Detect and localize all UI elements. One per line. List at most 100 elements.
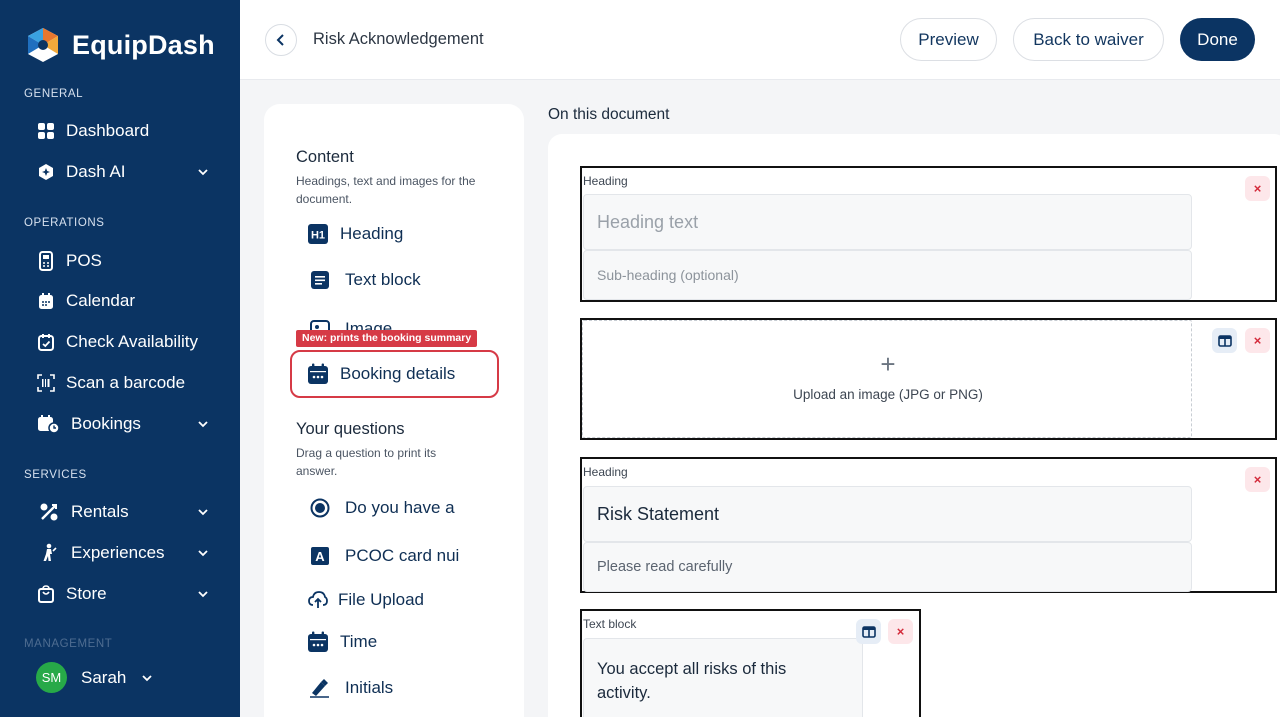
back-to-waiver-button[interactable]: Back to waiver [1013, 18, 1164, 61]
question-time[interactable]: Time [307, 631, 377, 653]
sidebar-item-bookings[interactable]: Bookings [36, 409, 216, 439]
element-heading[interactable]: H1 Heading [307, 223, 403, 245]
section-management: MANAGEMENT [24, 638, 113, 650]
chevron-down-icon [196, 504, 210, 524]
sidebar-item-check-availability[interactable]: Check Availability [36, 327, 216, 357]
document-section-title: On this document [548, 106, 670, 123]
heading-text-input[interactable]: Risk Statement [583, 486, 1192, 542]
chevron-down-icon [196, 545, 210, 565]
columns-button[interactable] [856, 619, 881, 644]
text-answer-icon: A [309, 545, 331, 567]
subheading-input[interactable]: Please read carefully [583, 542, 1192, 592]
question-label: File Upload [338, 590, 424, 609]
sidebar-item-label: Scan a barcode [66, 373, 186, 392]
sidebar-item-dash-ai[interactable]: Dash AI [36, 157, 216, 187]
section-general: GENERAL [24, 88, 84, 100]
close-icon: × [1253, 472, 1262, 487]
delete-block-button[interactable]: × [1245, 328, 1270, 353]
sidebar-item-label: Check Availability [66, 332, 198, 351]
sidebar-item-label: Dashboard [66, 121, 150, 140]
question-radio-item[interactable]: Do you have a [309, 497, 459, 519]
question-label: Initials [345, 678, 394, 697]
sidebar-item-calendar[interactable]: Calendar [36, 286, 216, 316]
pos-icon [36, 251, 56, 271]
columns-icon [1217, 334, 1232, 347]
subheading-input[interactable]: Sub-heading (optional) [583, 250, 1192, 300]
heading-block[interactable]: Heading Heading text Sub-heading (option… [580, 166, 1277, 302]
block-type-label: Heading [583, 174, 628, 188]
sidebar-item-pos[interactable]: POS [36, 246, 216, 276]
brand-name: EquipDash [72, 29, 215, 60]
close-icon: × [1253, 333, 1262, 348]
text-block-input[interactable]: You accept all risks of this activity. [583, 638, 863, 717]
barcode-icon [36, 373, 56, 393]
sidebar-item-label: Calendar [66, 291, 135, 310]
element-image[interactable]: Image [309, 317, 392, 331]
svg-text:A: A [315, 549, 325, 564]
sidebar-item-label: Experiences [71, 543, 165, 562]
done-button[interactable]: Done [1180, 18, 1255, 61]
text-block-icon [309, 269, 331, 291]
delete-block-button[interactable]: × [1245, 467, 1270, 492]
question-file-upload[interactable]: File Upload [307, 589, 424, 611]
equipdash-logo-icon [24, 26, 62, 64]
brand[interactable]: EquipDash [24, 26, 215, 64]
calendar-icon [36, 291, 56, 311]
sidebar-item-store[interactable]: Store [36, 579, 216, 609]
section-operations: OPERATIONS [24, 217, 105, 229]
block-type-label: Heading [583, 465, 628, 479]
element-booking-details[interactable]: Booking details [307, 363, 455, 385]
upload-label: Upload an image (JPG or PNG) [793, 387, 983, 402]
avatar: SM [36, 662, 67, 693]
heading-block[interactable]: Heading Risk Statement Please read caref… [580, 457, 1277, 593]
question-label: Do you have a [345, 498, 455, 517]
image-block[interactable]: + Upload an image (JPG or PNG) × [580, 318, 1277, 440]
section-services: SERVICES [24, 469, 87, 481]
close-icon: × [1253, 181, 1262, 196]
plus-icon: + [880, 349, 896, 379]
dash-ai-icon [36, 162, 56, 182]
element-label: Heading [340, 224, 404, 243]
dashboard-icon [36, 121, 56, 141]
bookings-icon [36, 414, 61, 434]
rentals-icon [36, 502, 61, 522]
radio-icon [309, 497, 331, 519]
sidebar-item-dashboard[interactable]: Dashboard [36, 116, 216, 146]
heading-text-input[interactable]: Heading text [583, 194, 1192, 250]
question-label: Time [340, 632, 378, 651]
sidebar-item-rentals[interactable]: Rentals [36, 497, 216, 527]
element-text-block[interactable]: Text block [309, 269, 421, 291]
store-icon [36, 584, 56, 604]
block-type-label: Text block [583, 617, 637, 631]
close-icon: × [896, 624, 905, 639]
calendar-icon [307, 631, 329, 653]
sidebar: EquipDash GENERAL Dashboard Dash AI OPER… [0, 0, 240, 717]
element-label: Text block [345, 270, 421, 289]
sidebar-item-scan-barcode[interactable]: Scan a barcode [36, 368, 216, 398]
chevron-left-icon [274, 33, 288, 47]
sidebar-item-experiences[interactable]: Experiences [36, 538, 216, 568]
back-button[interactable] [265, 24, 297, 56]
sidebar-item-label: Rentals [71, 502, 129, 521]
content-section-title: Content [296, 148, 354, 166]
image-upload-dropzone[interactable]: + Upload an image (JPG or PNG) [582, 320, 1192, 438]
question-initials[interactable]: Initials [309, 677, 393, 699]
check-availability-icon [36, 332, 56, 352]
question-label: PCOC card nui [345, 546, 459, 565]
chevron-down-icon [196, 586, 210, 606]
preview-button[interactable]: Preview [900, 18, 997, 61]
text-block[interactable]: Text block You accept all risks of this … [580, 609, 921, 717]
sidebar-item-label: Dash AI [66, 162, 126, 181]
chevron-down-icon [196, 416, 210, 436]
question-text-item[interactable]: A PCOC card nui [309, 545, 459, 567]
delete-block-button[interactable]: × [1245, 176, 1270, 201]
sidebar-item-label: POS [66, 251, 102, 270]
content-section-description: Headings, text and images for the docume… [296, 174, 476, 206]
delete-block-button[interactable]: × [888, 619, 913, 644]
columns-button[interactable] [1212, 328, 1237, 353]
signature-icon [309, 677, 331, 699]
sidebar-item-label: Bookings [71, 414, 141, 433]
columns-icon [861, 625, 876, 638]
questions-section-description: Drag a question to print its answer. [296, 446, 437, 478]
user-menu[interactable]: SM Sarah [36, 662, 154, 693]
